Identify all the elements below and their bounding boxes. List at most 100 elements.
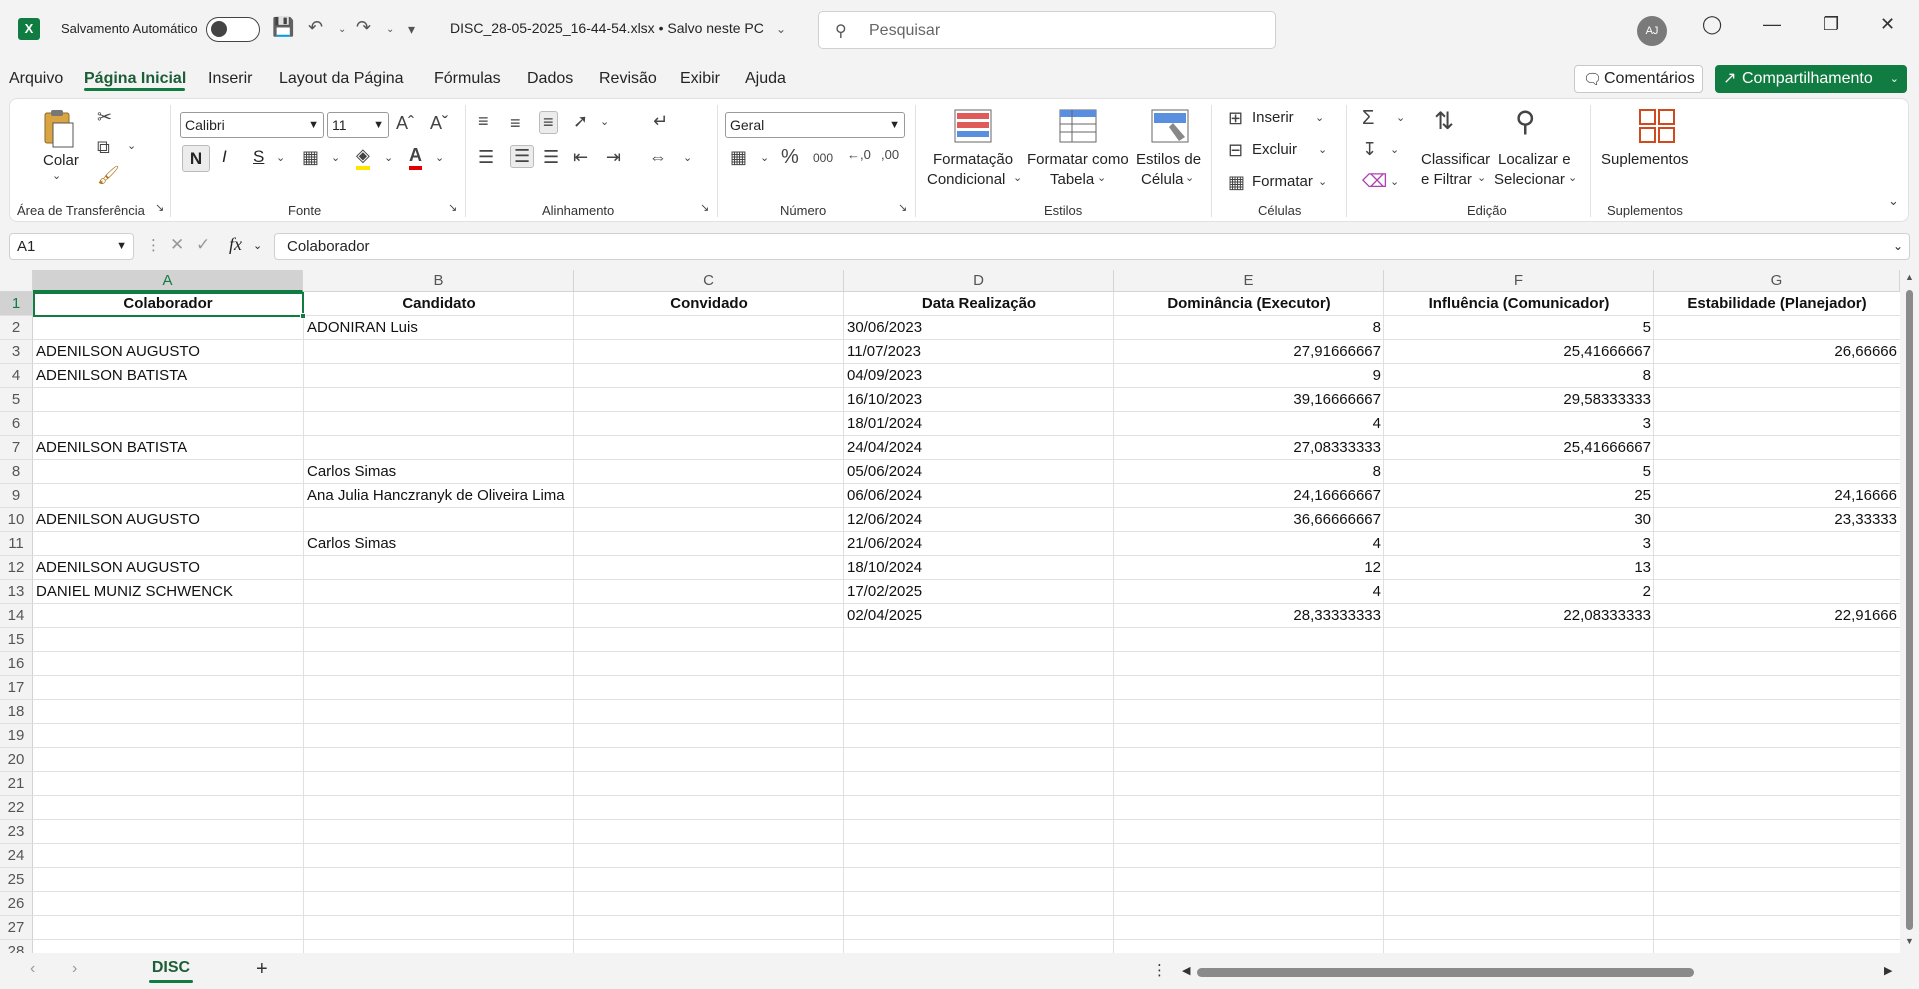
minimize-icon[interactable]: —: [1763, 14, 1781, 35]
row-header[interactable]: 2: [0, 316, 33, 340]
table-cell[interactable]: 28,33333333: [1114, 604, 1384, 628]
paste-icon[interactable]: [41, 109, 79, 148]
table-cell[interactable]: 39,16666667: [1114, 388, 1384, 412]
tab-exibir[interactable]: Exibir: [680, 70, 720, 88]
tab-pagina-inicial[interactable]: Página Inicial: [84, 70, 186, 88]
find-select-icon[interactable]: ⚲: [1515, 105, 1536, 138]
expand-formula-icon[interactable]: ⌄: [1893, 234, 1903, 259]
table-cell[interactable]: 30: [1384, 508, 1654, 532]
row-header[interactable]: 7: [0, 436, 33, 460]
table-cell[interactable]: 27,08333333: [1114, 436, 1384, 460]
name-box[interactable]: A1 ▼: [9, 233, 134, 260]
function-dropdown-icon[interactable]: ⌄: [253, 239, 262, 252]
copy-dropdown-icon[interactable]: ⌄: [127, 139, 136, 152]
row-header[interactable]: 6: [0, 412, 33, 436]
format-cells-label[interactable]: Formatar: [1252, 173, 1313, 190]
row-header[interactable]: 3: [0, 340, 33, 364]
delete-dropdown-icon[interactable]: ⌄: [1318, 143, 1327, 156]
column-header-e[interactable]: E: [1114, 270, 1384, 292]
header-cell[interactable]: Dominância (Executor): [1114, 292, 1384, 316]
table-cell[interactable]: 12: [1114, 556, 1384, 580]
format-cells-icon[interactable]: ▦: [1228, 172, 1245, 193]
insert-cells-label[interactable]: Inserir: [1252, 109, 1294, 126]
add-sheet-icon[interactable]: +: [256, 958, 268, 981]
paste-dropdown-icon[interactable]: ⌄: [52, 169, 61, 182]
table-dropdown-icon[interactable]: ⌄: [1097, 171, 1106, 184]
table-cell[interactable]: 8: [1114, 316, 1384, 340]
tab-revisao[interactable]: Revisão: [599, 70, 657, 88]
row-header[interactable]: 14: [0, 604, 33, 628]
merge-dropdown-icon[interactable]: ⌄: [683, 151, 692, 164]
addins-icon[interactable]: [1638, 109, 1676, 143]
restore-icon[interactable]: ❐: [1823, 14, 1839, 35]
alignment-launcher-icon[interactable]: ↘: [700, 201, 709, 214]
cancel-icon[interactable]: ✕: [170, 235, 184, 255]
table-cell[interactable]: 23,33333: [1654, 508, 1900, 532]
sort-dropdown-icon[interactable]: ⌄: [1477, 171, 1486, 184]
row-header[interactable]: 23: [0, 820, 33, 844]
table-cell[interactable]: 17/02/2025: [844, 580, 1114, 604]
more-sheets-icon[interactable]: ⋮: [1152, 961, 1167, 979]
cell-styles-dropdown-icon[interactable]: ⌄: [1185, 171, 1194, 184]
row-header[interactable]: 15: [0, 628, 33, 652]
increase-indent-icon[interactable]: ⇥: [606, 147, 621, 168]
table-cell[interactable]: 24,16666: [1654, 484, 1900, 508]
table-cell[interactable]: 04/09/2023: [844, 364, 1114, 388]
avatar[interactable]: AJ: [1637, 16, 1667, 46]
conditional-formatting-icon[interactable]: [954, 109, 992, 143]
table-cell[interactable]: Carlos Simas: [304, 460, 574, 484]
decrease-font-icon[interactable]: Aˇ: [430, 113, 448, 134]
conditional-dropdown-icon[interactable]: ⌄: [1013, 171, 1022, 184]
find-label-2[interactable]: Selecionar: [1494, 171, 1565, 188]
table-cell[interactable]: 4: [1114, 532, 1384, 556]
lightbulb-icon[interactable]: ◯: [1702, 14, 1722, 35]
table-cell[interactable]: ADENILSON AUGUSTO: [33, 340, 303, 364]
undo-dropdown-icon[interactable]: ⌄: [338, 24, 346, 35]
table-cell[interactable]: 4: [1114, 412, 1384, 436]
wrap-text-icon[interactable]: ↵: [653, 111, 668, 132]
table-cell[interactable]: 8: [1114, 460, 1384, 484]
table-cell[interactable]: 24,16666667: [1114, 484, 1384, 508]
fill-color-dropdown-icon[interactable]: ⌄: [384, 151, 393, 164]
table-cell[interactable]: 02/04/2025: [844, 604, 1114, 628]
header-cell[interactable]: Candidato: [304, 292, 574, 316]
table-cell[interactable]: ADONIRAN Luis: [304, 316, 574, 340]
formula-input[interactable]: Colaborador ⌄: [274, 233, 1910, 260]
row-header[interactable]: 24: [0, 844, 33, 868]
table-cell[interactable]: 5: [1384, 316, 1654, 340]
cell-styles-label-1[interactable]: Estilos de: [1136, 151, 1201, 168]
sort-label-1[interactable]: Classificar: [1421, 151, 1490, 168]
table-cell[interactable]: 4: [1114, 580, 1384, 604]
row-header[interactable]: 11: [0, 532, 33, 556]
fill-dropdown-icon[interactable]: ⌄: [1390, 143, 1399, 156]
document-title[interactable]: DISC_28-05-2025_16-44-54.xlsx • Salvo ne…: [450, 20, 764, 36]
table-cell[interactable]: 26,66666: [1654, 340, 1900, 364]
increase-decimal-icon[interactable]: ←,0: [847, 147, 871, 162]
sort-label-2[interactable]: e Filtrar: [1421, 171, 1472, 188]
find-dropdown-icon[interactable]: ⌄: [1568, 171, 1577, 184]
scroll-left-icon[interactable]: ◀: [1182, 964, 1190, 977]
delete-cells-icon[interactable]: ⊟: [1228, 140, 1243, 161]
font-size-combo[interactable]: 11 ▼: [327, 112, 389, 138]
bold-button[interactable]: N: [182, 145, 210, 172]
sheet-tab-disc[interactable]: DISC: [141, 953, 201, 985]
align-center-icon[interactable]: ☰: [510, 145, 535, 168]
align-middle-icon[interactable]: ≡: [510, 113, 521, 134]
row-header[interactable]: 28: [0, 940, 33, 953]
share-button[interactable]: ↗ Compartilhamento ⌄: [1715, 65, 1907, 93]
accounting-dropdown-icon[interactable]: ⌄: [760, 151, 769, 164]
cut-icon[interactable]: ✂: [97, 107, 112, 128]
autosave-toggle[interactable]: [206, 17, 260, 42]
font-color-icon[interactable]: A: [409, 145, 422, 170]
find-label-1[interactable]: Localizar e: [1498, 151, 1571, 168]
vertical-scrollbar[interactable]: ▲ ▼: [1900, 270, 1919, 953]
table-cell[interactable]: 25,41666667: [1384, 340, 1654, 364]
close-icon[interactable]: ✕: [1880, 14, 1895, 35]
table-cell[interactable]: Ana Julia Hanczranyk de Oliveira Lima: [304, 484, 574, 508]
row-header[interactable]: 13: [0, 580, 33, 604]
select-all-corner[interactable]: [0, 270, 33, 292]
table-cell[interactable]: ADENILSON BATISTA: [33, 364, 303, 388]
row-header[interactable]: 9: [0, 484, 33, 508]
row-header[interactable]: 12: [0, 556, 33, 580]
scroll-right-icon[interactable]: ▶: [1884, 964, 1892, 977]
